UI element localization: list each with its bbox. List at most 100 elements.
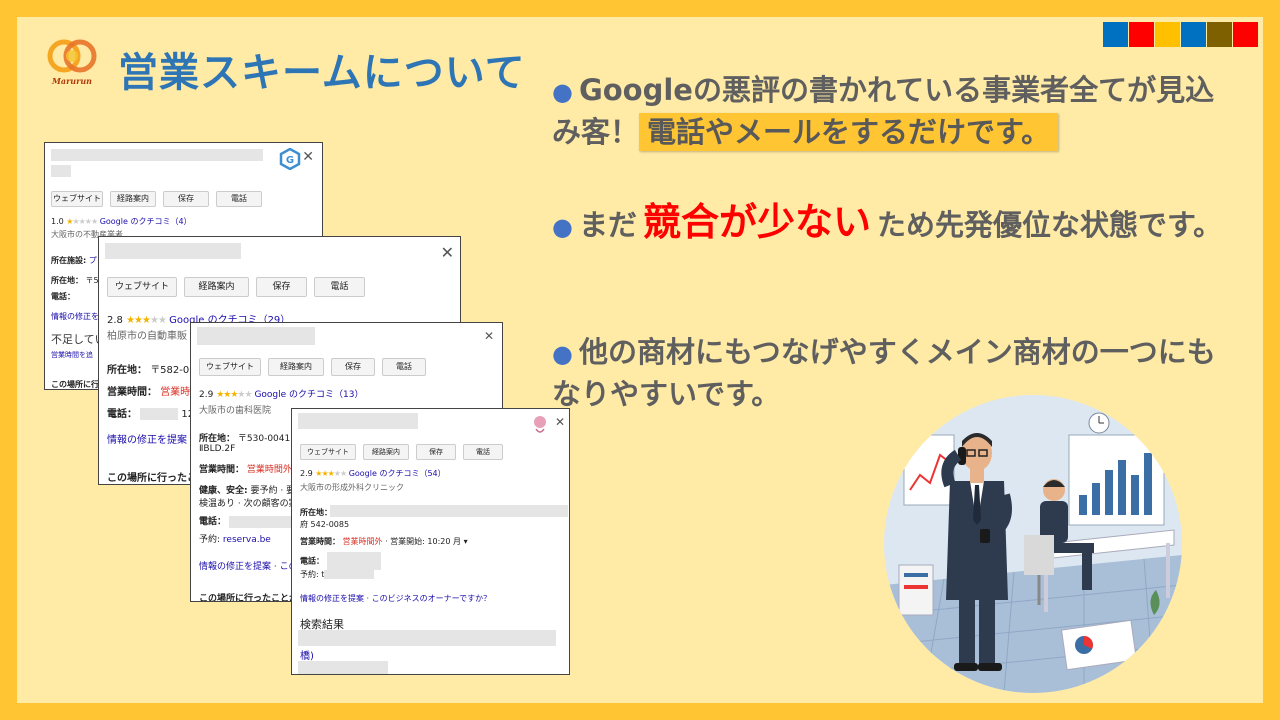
business-card-4: ✕ ウェブサイト 経路案内 保存 電話 2.9 ★★★★★ Google のクチ… xyxy=(291,408,570,675)
phone-label: 電話： xyxy=(51,292,75,301)
reviews-link[interactable]: Google のクチコミ（4） xyxy=(100,217,192,226)
reviews-link[interactable]: Google のクチコミ（13） xyxy=(254,390,363,400)
save-button[interactable]: 保存 xyxy=(163,191,209,207)
logo-text: Marurun xyxy=(52,76,92,86)
color-square-1 xyxy=(1103,22,1128,47)
search-result-link[interactable]: 橋) xyxy=(300,647,314,662)
facility-label: 所在施設: xyxy=(51,256,87,265)
reserve-label: 予約: xyxy=(199,535,221,545)
rating-value: 2.9 xyxy=(199,390,214,400)
directions-button[interactable]: 経路案内 xyxy=(184,277,249,297)
empty-star-icon: ★★★★ xyxy=(72,217,98,226)
reviews-link[interactable]: Google のクチコミ（54） xyxy=(349,469,446,478)
reserve-label: 予約: xyxy=(300,570,319,579)
color-square-2 xyxy=(1129,22,1154,47)
redacted-phone xyxy=(140,408,179,420)
address-value: 〒582-00 xyxy=(150,365,196,376)
close-icon[interactable]: ✕ xyxy=(484,329,494,343)
bullet-dot-icon: ● xyxy=(552,340,573,368)
rating-row: 2.9 ★★★★★ Google のクチコミ（13） xyxy=(199,387,364,400)
address-label: 所在地： xyxy=(300,508,332,517)
address-label: 所在地： xyxy=(51,276,83,285)
call-button[interactable]: 電話 xyxy=(463,444,503,460)
health-label: 健康、安全: xyxy=(199,486,248,496)
star-icon: ★★★ xyxy=(216,390,238,400)
suggest-edit-link[interactable]: 情報の修正を提案 · この xyxy=(199,559,298,572)
hours-status: 営業時 xyxy=(160,387,191,398)
health-line-2: 検温あり · 次の顧客の案 xyxy=(199,499,298,509)
suggest-edit-link[interactable]: 情報の修正を提案 xyxy=(107,431,187,446)
bullet-2: ● まだ 競合が少ない ため先発優位な状態です。 xyxy=(552,202,1232,247)
empty-star-icon: ★★ xyxy=(150,315,167,326)
address-row: 所在地： 〒53 xyxy=(51,275,104,286)
empty-star-icon: ★★ xyxy=(333,469,347,478)
call-button[interactable]: 電話 xyxy=(216,191,262,207)
bullet-dot-icon: ● xyxy=(552,213,573,241)
bullet-dot-icon: ● xyxy=(552,78,573,106)
card-1-buttons: ウェブサイト 経路案内 保存 電話 xyxy=(51,191,269,207)
card-3-buttons: ウェブサイト 経路案内 保存 電話 xyxy=(199,358,433,376)
redacted-phone xyxy=(326,552,381,570)
reserve-link[interactable]: reserva.be xyxy=(223,535,271,545)
corner-color-squares xyxy=(1102,22,1258,47)
dropdown-arrow-icon[interactable]: ▾ xyxy=(464,537,468,546)
hours-row: 営業時間： 営業時 xyxy=(107,383,190,398)
phone-label: 電話： xyxy=(107,409,137,420)
card-4-buttons: ウェブサイト 経路案内 保存 電話 xyxy=(300,444,510,460)
redacted-result xyxy=(298,661,388,674)
rating-value: 2.8 xyxy=(107,315,123,326)
redacted-address xyxy=(330,505,568,517)
address-line-2: ⅡBLD.2F xyxy=(199,444,236,454)
close-icon[interactable]: ✕ xyxy=(302,149,314,165)
star-icon: ★★★ xyxy=(126,315,151,326)
color-square-6 xyxy=(1233,22,1258,47)
save-button[interactable]: 保存 xyxy=(416,444,456,460)
directions-button[interactable]: 経路案内 xyxy=(110,191,156,207)
redacted-name xyxy=(197,327,315,345)
business-category: 大阪市の形成外科クリニック xyxy=(300,483,404,492)
color-square-3 xyxy=(1155,22,1180,47)
save-button[interactable]: 保存 xyxy=(256,277,307,297)
call-button[interactable]: 電話 xyxy=(382,358,426,376)
bullet-1-highlight: 電話やメールをするだけです。 xyxy=(639,113,1059,151)
color-square-5 xyxy=(1207,22,1232,47)
logo-circles-icon xyxy=(47,39,97,73)
address-row: 所在地： 〒582-00 xyxy=(107,361,196,376)
website-button[interactable]: ウェブサイト xyxy=(107,277,177,297)
businessman-illustration xyxy=(884,395,1182,693)
office-scene-icon xyxy=(884,395,1182,693)
website-button[interactable]: ウェブサイト xyxy=(199,358,261,376)
website-button[interactable]: ウェブサイト xyxy=(300,444,356,460)
directions-button[interactable]: 経路案内 xyxy=(268,358,324,376)
save-button[interactable]: 保存 xyxy=(331,358,375,376)
svg-text:G: G xyxy=(286,155,294,166)
facility-link[interactable]: プ xyxy=(89,256,97,265)
clinic-logo-icon xyxy=(534,416,546,433)
phone-row: 電話： xyxy=(300,552,381,570)
suggest-edit-link[interactable]: 情報の修正を xyxy=(51,311,99,322)
add-hours-link[interactable]: 営業時間を追 xyxy=(51,350,93,360)
call-button[interactable]: 電話 xyxy=(314,277,365,297)
redacted-name xyxy=(51,149,263,161)
phone-label: 電話： xyxy=(199,517,227,527)
close-icon[interactable]: ✕ xyxy=(555,415,565,429)
business-category: 柏原市の自動車販 xyxy=(107,331,187,342)
suggest-edit-link[interactable]: 情報の修正を提案 · このビジネスのオーナーですか？ xyxy=(300,593,491,604)
close-icon[interactable]: ✕ xyxy=(441,243,454,262)
bullet-2-text-post: ため先発優位な状態です。 xyxy=(876,208,1223,242)
bullet-2-text: まだ xyxy=(578,208,637,242)
color-square-4 xyxy=(1181,22,1206,47)
star-icon: ★★★ xyxy=(315,469,334,478)
slide-title: 営業スキームについて xyxy=(118,50,526,96)
bullet-2-emphasis: 競合が少ない xyxy=(642,200,871,244)
empty-star-icon: ★★ xyxy=(237,390,252,400)
visited-question: この場所に行ったこ xyxy=(107,473,197,484)
redacted-name xyxy=(51,165,71,177)
visited-question: この場所に行ったことが xyxy=(199,594,299,602)
website-button[interactable]: ウェブサイト xyxy=(51,191,103,207)
g-logo-icon: G xyxy=(279,148,301,170)
directions-button[interactable]: 経路案内 xyxy=(363,444,409,460)
redacted-phone xyxy=(228,515,295,528)
address-value: 府 542-0085 xyxy=(300,520,350,529)
reserve-row: 予約: reserva.be xyxy=(199,532,271,545)
